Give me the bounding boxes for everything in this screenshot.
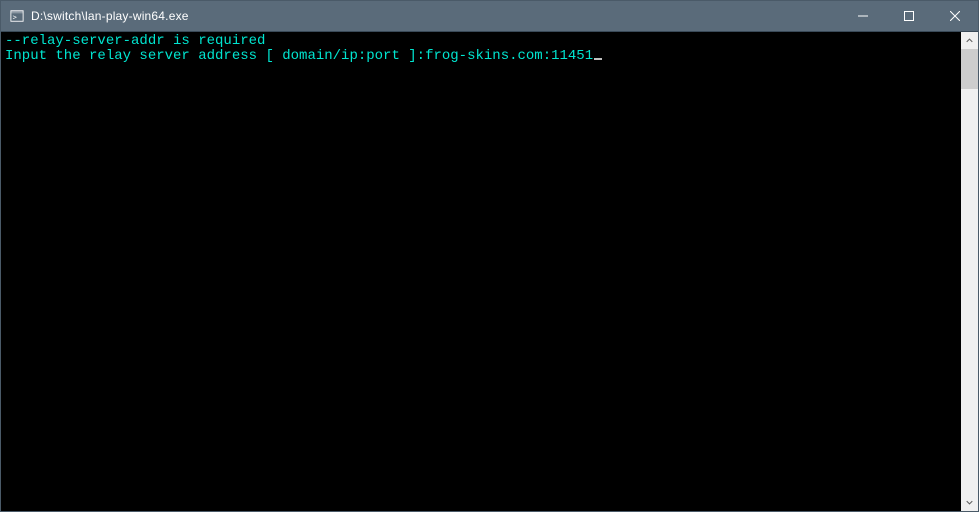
scrollbar-thumb[interactable] [961,49,978,89]
vertical-scrollbar[interactable] [961,32,978,511]
scrollbar-track[interactable] [961,49,978,494]
app-icon: >_ [9,8,25,24]
scroll-down-button[interactable] [961,494,978,511]
scroll-up-button[interactable] [961,32,978,49]
svg-text:>_: >_ [13,14,22,22]
console-output[interactable]: --relay-server-addr is required Input th… [1,32,961,511]
titlebar[interactable]: >_ D:\switch\lan-play-win64.exe [1,1,978,31]
text-cursor [594,58,602,60]
minimize-button[interactable] [840,1,886,31]
console-input-text: frog-skins.com:11451 [425,48,593,64]
close-button[interactable] [932,1,978,31]
window-controls [840,1,978,31]
maximize-button[interactable] [886,1,932,31]
console-window: >_ D:\switch\lan-play-win64.exe --relay-… [0,0,979,512]
window-title: D:\switch\lan-play-win64.exe [31,9,840,23]
console-line-prompt: Input the relay server address [ domain/… [5,48,425,64]
console-line-error: --relay-server-addr is required [5,33,265,49]
console-area: --relay-server-addr is required Input th… [1,31,978,511]
